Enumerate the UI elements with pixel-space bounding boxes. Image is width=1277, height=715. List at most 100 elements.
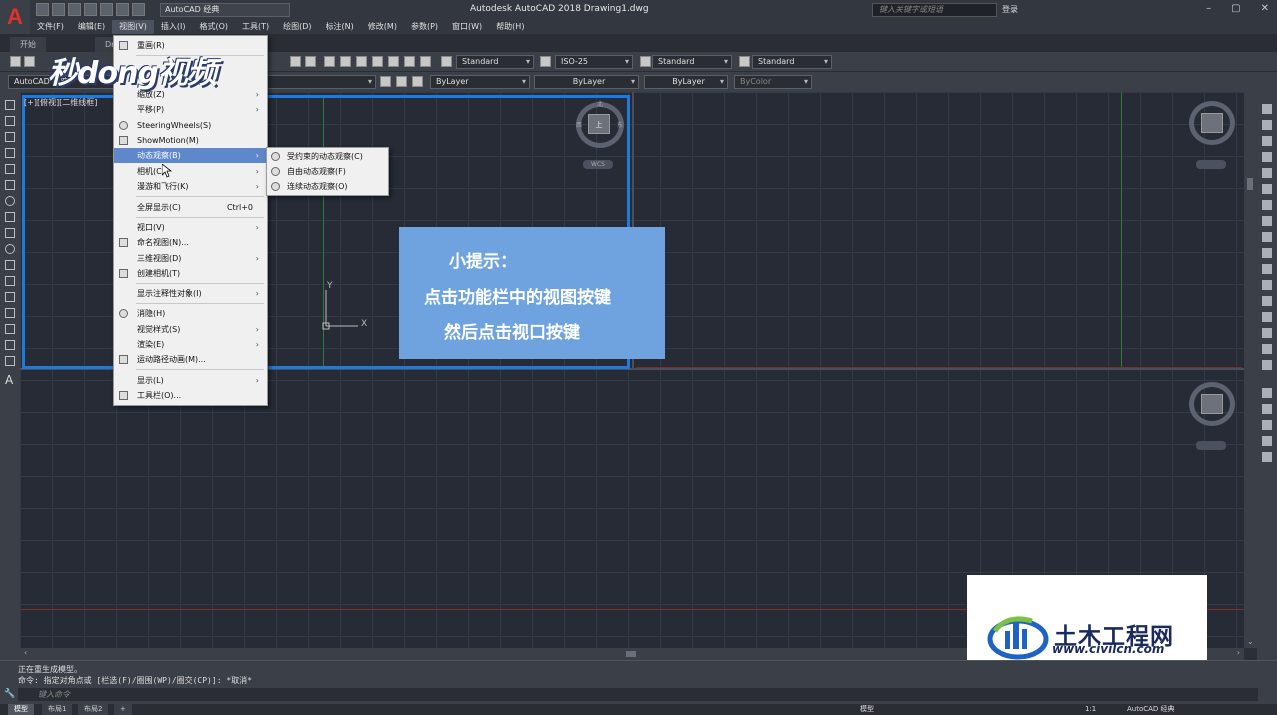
viewport-controls[interactable]: [+][俯视][二维线框] — [24, 97, 97, 108]
layer-properties-icon[interactable] — [412, 76, 423, 87]
explode-icon[interactable] — [1262, 360, 1272, 370]
menu-draw[interactable]: 绘图(D) — [276, 20, 318, 34]
hatch-icon[interactable] — [5, 308, 15, 318]
fillet-icon[interactable] — [1262, 328, 1272, 338]
arc-icon[interactable] — [5, 180, 15, 190]
menu-view[interactable]: 视图(V) — [112, 20, 154, 34]
menu-item-viewports[interactable]: 视口(V) › — [114, 220, 267, 235]
menu-item-free-orbit[interactable]: 自由动态观察(F) — [267, 164, 388, 179]
draworder-icon[interactable] — [1262, 388, 1272, 398]
scroll-thumb[interactable] — [626, 651, 636, 657]
revcloud-icon[interactable] — [5, 212, 15, 222]
wcs-menu[interactable] — [1196, 160, 1226, 169]
zoom-window-icon[interactable] — [305, 56, 316, 67]
offset-icon[interactable] — [1262, 152, 1272, 162]
mleader-style-select[interactable]: Standard — [752, 55, 832, 69]
save-as-icon[interactable] — [84, 3, 97, 16]
vertical-scrollbar[interactable]: ⌄ — [1244, 92, 1257, 648]
mtext-icon[interactable]: A — [5, 373, 13, 387]
menu-parametric[interactable]: 参数(P) — [404, 20, 445, 34]
bring-front-icon[interactable] — [1262, 404, 1272, 414]
insert-block-icon[interactable] — [5, 260, 15, 270]
text-style-icon[interactable] — [441, 56, 452, 67]
menu-item-steeringwheels[interactable]: SteeringWheels(S) — [114, 118, 267, 133]
text-style-select[interactable]: Standard — [456, 55, 534, 69]
menu-item-pan[interactable]: 平移(P) › — [114, 102, 267, 117]
layer-previous-icon[interactable] — [380, 76, 391, 87]
xline-icon[interactable] — [5, 116, 15, 126]
rectangle-icon[interactable] — [5, 164, 15, 174]
viewcube-top[interactable] — [1201, 113, 1223, 133]
menu-item-orbit[interactable]: 动态观察(B) › — [114, 148, 267, 163]
viewcube-top[interactable] — [1201, 394, 1223, 414]
menu-item-visual-styles[interactable]: 视觉样式(S) › — [114, 322, 267, 337]
table-style-icon[interactable] — [640, 56, 651, 67]
open-icon[interactable] — [24, 56, 35, 67]
tab-layout2[interactable]: 布局2 — [78, 704, 109, 715]
blend-icon[interactable] — [1262, 344, 1272, 354]
break-icon[interactable] — [1262, 280, 1272, 290]
model-space-toggle[interactable]: 模型 — [860, 704, 874, 715]
bring-above-icon[interactable] — [1262, 436, 1272, 446]
line-icon[interactable] — [5, 100, 15, 110]
erase-icon[interactable] — [1262, 104, 1272, 114]
customize-icon[interactable]: 🔧 — [4, 689, 15, 699]
menu-item-render[interactable]: 渲染(E) › — [114, 337, 267, 352]
stretch-icon[interactable] — [1262, 232, 1272, 242]
help-icon[interactable] — [420, 56, 431, 67]
tab-model[interactable]: 模型 — [8, 704, 34, 715]
menu-insert[interactable]: 插入(I) — [154, 20, 193, 34]
mirror-icon[interactable] — [1262, 136, 1272, 146]
scroll-left-icon[interactable]: ‹ — [24, 648, 27, 657]
send-back-icon[interactable] — [1262, 420, 1272, 430]
markup-icon[interactable] — [388, 56, 399, 67]
menu-item-fullscreen[interactable]: 全屏显示(C) Ctrl+0 — [114, 200, 267, 215]
scroll-thumb[interactable] — [1247, 178, 1253, 190]
make-block-icon[interactable] — [5, 276, 15, 286]
rotate-icon[interactable] — [1262, 200, 1272, 210]
properties-icon[interactable] — [324, 56, 335, 67]
menu-item-annotation-objects[interactable]: 显示注释性对象(I) › — [114, 286, 267, 301]
ellipse-icon[interactable] — [5, 244, 15, 254]
menu-help[interactable]: 帮助(H) — [489, 20, 531, 34]
sheet-set-icon[interactable] — [372, 56, 383, 67]
maximize-icon[interactable]: ▢ — [1231, 3, 1240, 14]
wcs-menu[interactable]: WCS — [583, 160, 613, 169]
menu-modify[interactable]: 修改(M) — [361, 20, 404, 34]
zoom-icon[interactable] — [290, 56, 301, 67]
annotation-scale[interactable]: 1:1 — [1085, 704, 1096, 715]
circle-icon[interactable] — [5, 196, 15, 206]
new-icon[interactable] — [10, 56, 21, 67]
workspace-switch[interactable]: AutoCAD 经典 — [1127, 704, 1175, 715]
send-under-icon[interactable] — [1262, 452, 1272, 462]
layer-match-icon[interactable] — [396, 76, 407, 87]
move-icon[interactable] — [1262, 184, 1272, 194]
copy-icon[interactable] — [1262, 120, 1272, 130]
menu-item-toolbars[interactable]: 工具栏(O)... — [114, 388, 267, 403]
menu-item-named-views[interactable]: 命名视图(N)... — [114, 235, 267, 250]
tool-palette-icon[interactable] — [356, 56, 367, 67]
dim-style-icon[interactable] — [540, 56, 551, 67]
redo-icon[interactable] — [132, 3, 145, 16]
undo-icon[interactable] — [116, 3, 129, 16]
tab-start[interactable]: 开始 — [10, 37, 46, 52]
design-center-icon[interactable] — [340, 56, 351, 67]
viewcube-top[interactable]: 上 — [588, 114, 610, 134]
menu-dimension[interactable]: 标注(N) — [319, 20, 361, 34]
menu-item-continuous-orbit[interactable]: 连续动态观察(O) — [267, 179, 388, 194]
trim-icon[interactable] — [1262, 248, 1272, 258]
menu-item-showmotion[interactable]: ShowMotion(M) — [114, 133, 267, 148]
menu-window[interactable]: 窗口(W) — [445, 20, 489, 34]
menu-format[interactable]: 格式(O) — [192, 20, 235, 34]
minimize-icon[interactable]: – — [1206, 3, 1211, 14]
polygon-icon[interactable] — [5, 148, 15, 158]
scroll-down-icon[interactable]: ⌄ — [1247, 637, 1254, 646]
login-button[interactable]: 登录 — [1002, 4, 1018, 15]
extend-icon[interactable] — [1262, 264, 1272, 274]
dim-style-select[interactable]: ISO-25 — [555, 55, 633, 69]
plotstyle-select[interactable]: ByColor — [734, 75, 812, 89]
wcs-menu[interactable] — [1196, 441, 1226, 450]
menu-item-walk-fly[interactable]: 漫游和飞行(K) › — [114, 179, 267, 194]
mleader-style-icon[interactable] — [739, 56, 750, 67]
menu-tools[interactable]: 工具(T) — [235, 20, 276, 34]
